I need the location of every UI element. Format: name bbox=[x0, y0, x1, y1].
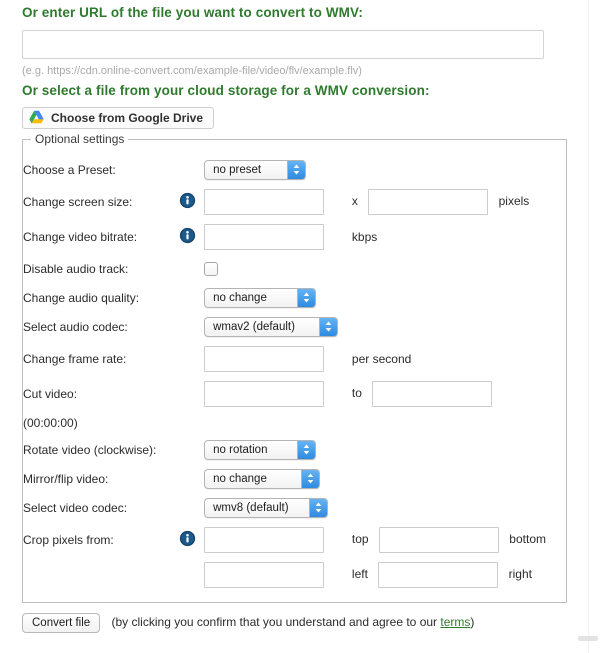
chevron-updown-icon bbox=[297, 440, 316, 459]
chevron-updown-icon bbox=[301, 469, 320, 488]
audio-codec-select[interactable]: wmav2 (default) bbox=[204, 316, 339, 337]
settings-row-cut-video: Cut video: to bbox=[23, 376, 566, 411]
url-input[interactable] bbox=[22, 30, 544, 59]
info-cell-audio-quality bbox=[170, 283, 204, 312]
settings-table: Choose a Preset: no preset Change screen… bbox=[23, 155, 566, 592]
cut-video-format-hint: (00:00:00) bbox=[23, 416, 78, 430]
google-drive-icon bbox=[29, 110, 44, 127]
scrollbar-nub[interactable] bbox=[578, 636, 598, 641]
settings-row-cut-video-format: (00:00:00) bbox=[23, 411, 566, 435]
crop-bottom-label: bottom bbox=[509, 531, 546, 546]
audio-quality-select[interactable]: no change bbox=[204, 287, 317, 308]
label-select-audio-codec: Select audio codec: bbox=[23, 319, 128, 334]
footer-disclaimer: (by clicking you confirm that you unders… bbox=[112, 615, 475, 629]
footer-disclaimer-suffix: ) bbox=[470, 615, 475, 630]
screen-size-separator: x bbox=[351, 193, 358, 208]
label-select-video-codec: Select video codec: bbox=[23, 500, 128, 515]
screen-height-input[interactable] bbox=[368, 188, 489, 215]
cut-video-to-input[interactable] bbox=[372, 380, 493, 407]
screen-width-input[interactable] bbox=[204, 188, 325, 215]
crop-top-label: top bbox=[351, 531, 369, 546]
cut-video-from-input[interactable] bbox=[204, 380, 325, 407]
settings-row-crop-left-right: left right bbox=[23, 557, 566, 592]
info-cell-crop bbox=[170, 522, 204, 557]
info-cell-video-bitrate bbox=[170, 219, 204, 254]
optional-settings-legend: Optional settings bbox=[35, 132, 125, 146]
label-change-video-bitrate: Change video bitrate: bbox=[23, 229, 138, 244]
crop-left-input[interactable] bbox=[204, 561, 325, 588]
settings-row-crop-top-bottom: Crop pixels from: top bottom bbox=[23, 522, 566, 557]
video-bitrate-unit: kbps bbox=[351, 229, 378, 244]
rotate-video-select[interactable]: no rotation bbox=[204, 439, 317, 460]
page-root: Or enter URL of the file you want to con… bbox=[0, 0, 600, 653]
choose-from-google-drive-button[interactable]: Choose from Google Drive bbox=[22, 107, 215, 129]
settings-row-audio-quality: Change audio quality: no change bbox=[23, 283, 566, 312]
rotate-video-select-value: no rotation bbox=[213, 443, 268, 456]
disable-audio-track-checkbox[interactable] bbox=[204, 261, 219, 276]
settings-row-mirror-flip: Mirror/flip video: no change bbox=[23, 464, 566, 493]
info-icon-crop[interactable] bbox=[179, 530, 196, 550]
preset-select-value: no preset bbox=[213, 163, 262, 176]
label-cut-video: Cut video: bbox=[23, 386, 78, 401]
settings-row-disable-audio: Disable audio track: bbox=[23, 254, 566, 283]
audio-codec-select-value: wmav2 (default) bbox=[213, 320, 295, 333]
label-change-audio-quality: Change audio quality: bbox=[23, 290, 140, 305]
info-icon-video-bitrate[interactable] bbox=[179, 227, 196, 247]
label-rotate-video: Rotate video (clockwise): bbox=[23, 442, 157, 457]
label-choose-preset: Choose a Preset: bbox=[23, 162, 116, 177]
crop-bottom-input[interactable] bbox=[378, 526, 499, 553]
settings-row-screen-size: Change screen size: x pixels bbox=[23, 184, 566, 219]
settings-row-preset: Choose a Preset: no preset bbox=[23, 155, 566, 184]
terms-link[interactable]: terms bbox=[440, 615, 470, 629]
info-cell-disable-audio bbox=[170, 254, 204, 283]
crop-left-label: left bbox=[351, 566, 368, 581]
convert-file-button[interactable]: Convert file bbox=[22, 613, 101, 633]
crop-right-input[interactable] bbox=[378, 561, 499, 588]
footer-disclaimer-prefix: (by clicking you confirm that you unders… bbox=[111, 615, 441, 630]
info-cell-cut-video bbox=[170, 376, 204, 411]
settings-row-frame-rate: Change frame rate: per second bbox=[23, 341, 566, 376]
optional-settings-fieldset: Optional settings Choose a Preset: no pr… bbox=[22, 132, 567, 603]
mirror-flip-select-value: no change bbox=[213, 472, 267, 485]
settings-row-rotate-video: Rotate video (clockwise): no rotation bbox=[23, 435, 566, 464]
choose-from-google-drive-label: Choose from Google Drive bbox=[51, 111, 204, 125]
crop-right-label: right bbox=[508, 566, 532, 581]
chevron-updown-icon bbox=[297, 288, 316, 307]
url-section-heading: Or enter URL of the file you want to con… bbox=[22, 5, 363, 20]
info-cell-preset bbox=[170, 155, 204, 184]
footer: Convert file (by clicking you confirm th… bbox=[22, 613, 582, 633]
info-cell-rotate-video bbox=[170, 435, 204, 464]
screen-size-unit: pixels bbox=[498, 193, 530, 208]
chevron-updown-icon bbox=[287, 160, 306, 179]
url-hint: (e.g. https://cdn.online-convert.com/exa… bbox=[22, 65, 362, 77]
info-cell-video-codec bbox=[170, 493, 204, 522]
audio-quality-select-value: no change bbox=[213, 291, 267, 304]
label-disable-audio-track: Disable audio track: bbox=[23, 261, 129, 276]
chevron-updown-icon bbox=[309, 498, 328, 517]
frame-rate-unit: per second bbox=[351, 351, 412, 366]
frame-rate-input[interactable] bbox=[204, 345, 325, 372]
crop-top-input[interactable] bbox=[204, 526, 325, 553]
video-codec-select[interactable]: wmv8 (default) bbox=[204, 497, 329, 518]
settings-row-video-codec: Select video codec: wmv8 (default) bbox=[23, 493, 566, 522]
settings-row-audio-codec: Select audio codec: wmav2 (default) bbox=[23, 312, 566, 341]
info-cell-frame-rate bbox=[170, 341, 204, 376]
page-right-edge bbox=[588, 0, 589, 653]
mirror-flip-select[interactable]: no change bbox=[204, 468, 321, 489]
label-change-frame-rate: Change frame rate: bbox=[23, 351, 127, 366]
info-cell-mirror-flip bbox=[170, 464, 204, 493]
preset-select[interactable]: no preset bbox=[204, 159, 307, 180]
label-change-screen-size: Change screen size: bbox=[23, 194, 133, 209]
info-cell-screen-size bbox=[170, 184, 204, 219]
info-cell-audio-codec bbox=[170, 312, 204, 341]
info-icon-screen-size[interactable] bbox=[179, 192, 196, 212]
label-mirror-flip-video: Mirror/flip video: bbox=[23, 471, 109, 486]
label-crop-pixels-from: Crop pixels from: bbox=[23, 532, 114, 547]
video-codec-select-value: wmv8 (default) bbox=[213, 501, 289, 514]
video-bitrate-input[interactable] bbox=[204, 223, 325, 250]
cut-video-separator: to bbox=[351, 385, 362, 400]
cloud-section-heading: Or select a file from your cloud storage… bbox=[22, 83, 430, 98]
settings-row-video-bitrate: Change video bitrate: kbps bbox=[23, 219, 566, 254]
chevron-updown-icon bbox=[319, 317, 338, 336]
